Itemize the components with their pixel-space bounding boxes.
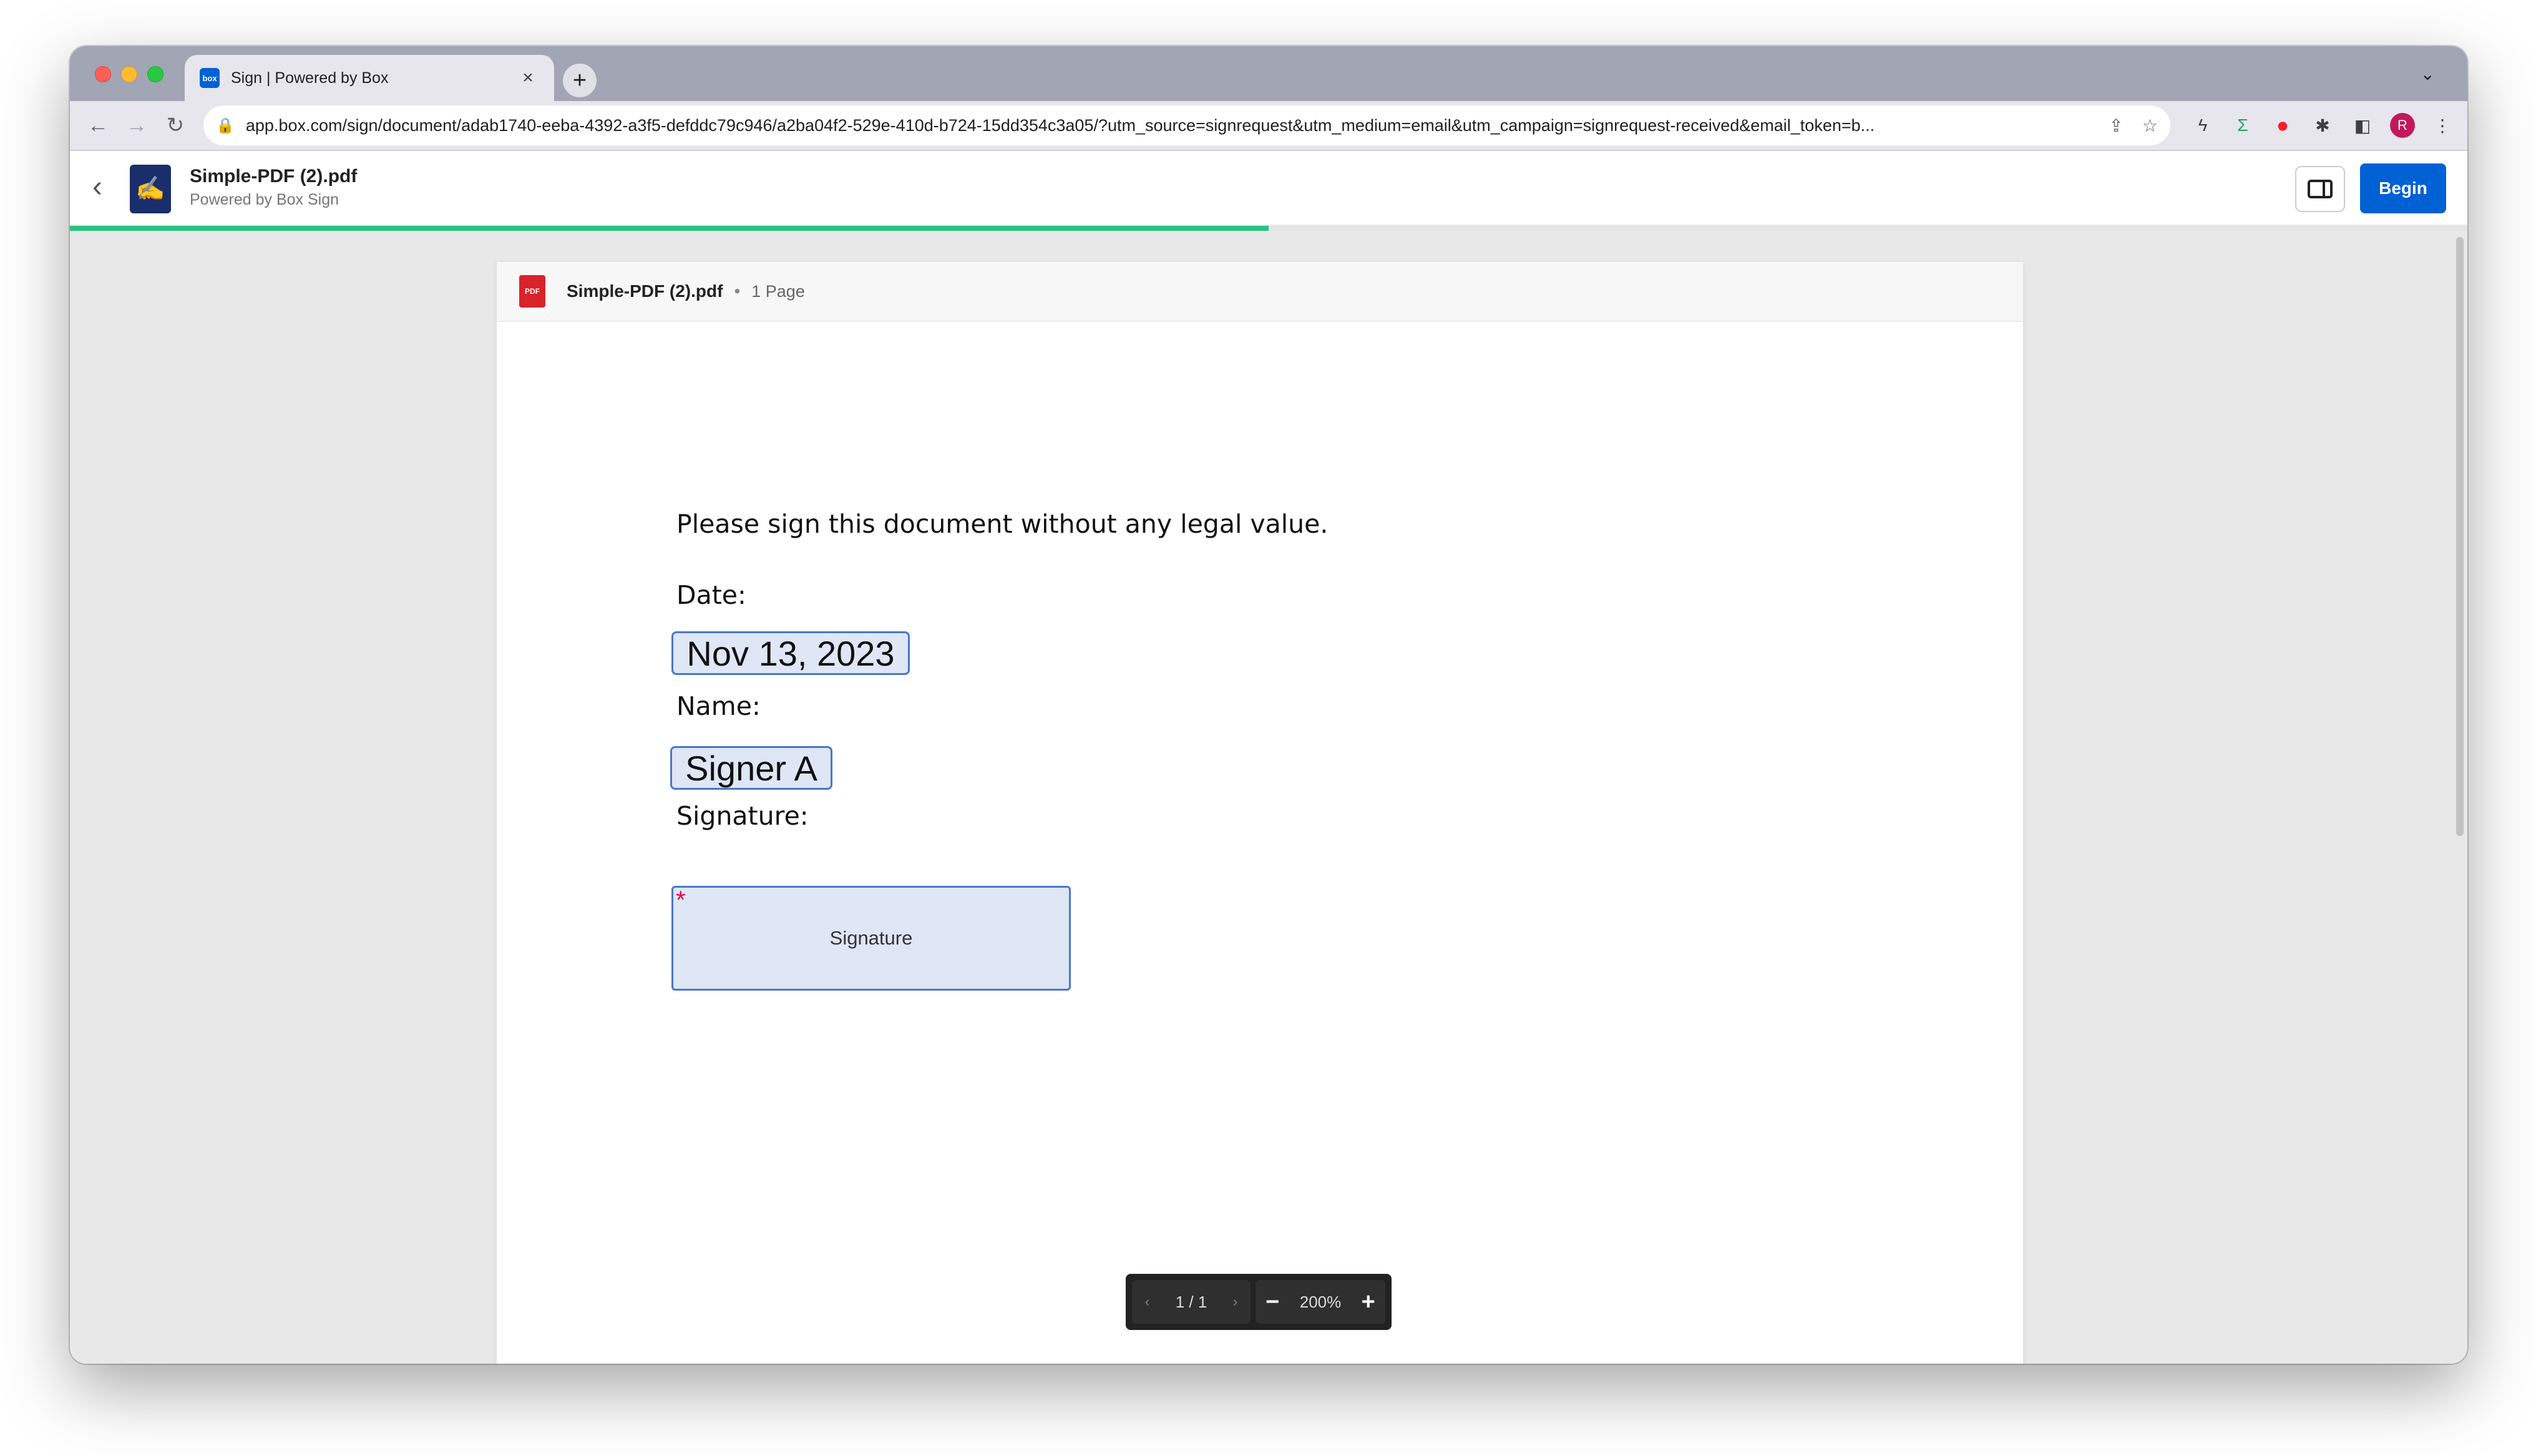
instruction-text: Please sign this document without any le…	[676, 509, 1329, 539]
name-field[interactable]: Signer A	[670, 746, 832, 790]
page-header: PDF Simple-PDF (2).pdf • 1 Page	[497, 262, 2023, 322]
extensions-bar: ϟ Σ ● ✱ ◧ R ⋮	[2183, 113, 2462, 138]
signature-label: Signature:	[676, 801, 809, 831]
required-marker: *	[676, 886, 686, 914]
forward-arrow-icon[interactable]: →	[117, 114, 156, 138]
begin-button[interactable]: Begin	[2360, 163, 2446, 213]
address-bar[interactable]: 🔒 app.box.com/sign/document/adab1740-eeb…	[203, 105, 2170, 145]
zoom-level: 200%	[1299, 1292, 1342, 1311]
page-filename: Simple-PDF (2).pdf	[567, 281, 723, 301]
sigma-extension-icon[interactable]: Σ	[2223, 115, 2263, 135]
toggle-sidebar-button[interactable]	[2295, 166, 2345, 212]
pdf-file-icon: PDF	[519, 275, 545, 308]
close-tab-icon[interactable]: ×	[517, 67, 539, 89]
close-window-button[interactable]	[95, 66, 111, 82]
vertical-scrollbar[interactable]	[2456, 237, 2464, 836]
name-label: Name:	[676, 691, 761, 721]
signing-progress-bar	[70, 226, 2467, 231]
page-navigation: ‹ 1 / 1 ›	[1132, 1280, 1251, 1324]
previous-page-button[interactable]: ‹	[1145, 1294, 1149, 1310]
share-icon[interactable]: ⇪	[2109, 115, 2123, 136]
minimize-window-button[interactable]	[121, 66, 137, 82]
reload-icon[interactable]: ↻	[156, 113, 195, 138]
document-page: PDF Simple-PDF (2).pdf • 1 Page Please s…	[497, 262, 2023, 1364]
date-field[interactable]: Nov 13, 2023	[671, 631, 910, 675]
page-indicator: 1 / 1	[1175, 1292, 1207, 1311]
document-viewer: PDF Simple-PDF (2).pdf • 1 Page Please s…	[70, 231, 2467, 1364]
browser-window: box Sign | Powered by Box × + ⌄ ← → ↻ 🔒 …	[70, 46, 2467, 1364]
zoom-out-minus-icon[interactable]: −	[1266, 1289, 1279, 1316]
bookmark-star-icon[interactable]: ☆	[2142, 115, 2158, 136]
box-sign-document-icon: ✍	[130, 165, 171, 213]
kebab-menu-icon[interactable]: ⋮	[2422, 115, 2462, 136]
date-label: Date:	[676, 580, 746, 610]
tab-strip: box Sign | Powered by Box × + ⌄	[70, 46, 2467, 101]
box-favicon-icon: box	[200, 68, 220, 88]
maximize-window-button[interactable]	[147, 66, 163, 82]
back-chevron-icon[interactable]: ‹	[92, 170, 102, 204]
browser-tab[interactable]: box Sign | Powered by Box ×	[185, 55, 554, 101]
signature-field[interactable]: * Signature	[671, 886, 1071, 991]
page-count: 1 Page	[751, 281, 805, 301]
page-zoom-toolbar: ‹ 1 / 1 › − 200% +	[1126, 1274, 1392, 1330]
plus-icon: +	[572, 67, 587, 94]
zoom-controls: − 200% +	[1256, 1280, 1385, 1324]
back-arrow-icon[interactable]: ←	[79, 114, 117, 138]
sidebar-panel-icon	[2308, 180, 2333, 198]
progress-fill	[70, 226, 1269, 231]
document-subtitle: Powered by Box Sign	[190, 191, 339, 208]
puzzle-extensions-icon[interactable]: ✱	[2303, 115, 2343, 136]
lock-icon[interactable]: 🔒	[216, 117, 235, 135]
lightning-extension-icon[interactable]: ϟ	[2183, 115, 2223, 135]
browser-toolbar: ← → ↻ 🔒 app.box.com/sign/document/adab17…	[70, 101, 2467, 151]
document-title: Simple-PDF (2).pdf	[190, 166, 358, 187]
zoom-in-plus-icon[interactable]: +	[1362, 1289, 1375, 1316]
tab-search-chevron-icon[interactable]: ⌄	[2421, 64, 2435, 84]
new-tab-button[interactable]: +	[563, 64, 597, 97]
separator-dot: •	[734, 281, 741, 301]
next-page-button[interactable]: ›	[1233, 1294, 1237, 1310]
tab-title: Sign | Powered by Box	[231, 69, 389, 87]
profile-avatar[interactable]: R	[2390, 113, 2415, 138]
signature-placeholder: Signature	[829, 927, 913, 949]
opera-extension-icon[interactable]: ●	[2263, 114, 2303, 138]
side-panel-icon[interactable]: ◧	[2343, 115, 2382, 136]
app-header: ‹ ✍ Simple-PDF (2).pdf Powered by Box Si…	[70, 151, 2467, 226]
url-text[interactable]: app.box.com/sign/document/adab1740-eeba-…	[246, 116, 2090, 135]
